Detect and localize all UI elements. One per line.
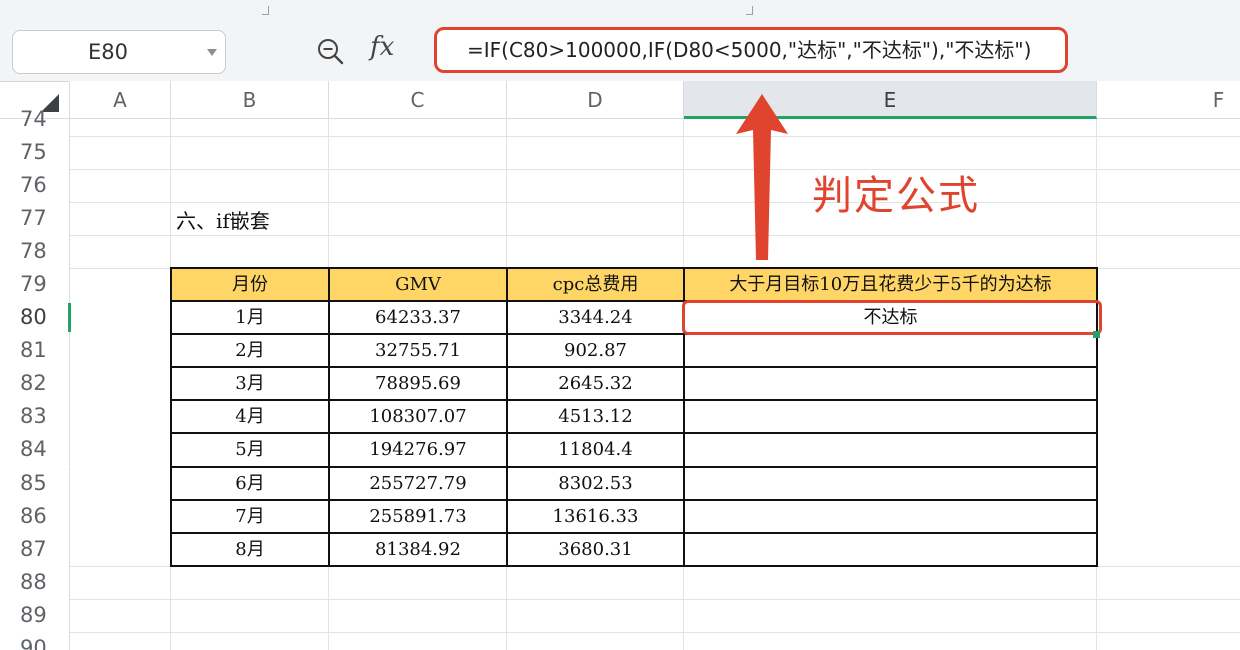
fill-handle[interactable] bbox=[1093, 331, 1100, 338]
zoom-icon[interactable] bbox=[316, 37, 344, 65]
column-header-b[interactable]: B bbox=[171, 81, 329, 119]
table-cell[interactable]: 81384.92 bbox=[329, 533, 507, 566]
row-header-83[interactable]: 83 bbox=[0, 400, 70, 433]
row-header-74[interactable]: 74 bbox=[0, 103, 70, 136]
column-header-c[interactable]: C bbox=[329, 81, 507, 119]
gridline bbox=[70, 599, 1240, 600]
column-header-d[interactable]: D bbox=[507, 81, 684, 119]
table-cell[interactable]: 1月 bbox=[171, 301, 329, 334]
table-header-result: 大于月目标10万且花费少于5千的为达标 bbox=[684, 268, 1097, 301]
row-header-79[interactable]: 79 bbox=[0, 268, 70, 301]
row-header-84[interactable]: 84 bbox=[0, 433, 70, 466]
table-cell[interactable]: 2645.32 bbox=[507, 367, 684, 400]
table-cell[interactable]: 194276.97 bbox=[329, 433, 507, 467]
table-divider bbox=[170, 499, 1098, 501]
table-divider bbox=[170, 399, 1098, 401]
row-header-75[interactable]: 75 bbox=[0, 136, 70, 169]
row-header-76[interactable]: 76 bbox=[0, 169, 70, 202]
formula-input[interactable]: =IF(C80>100000,IF(D80<5000,"达标","不达标"),"… bbox=[434, 27, 1068, 73]
table-cell[interactable]: 6月 bbox=[171, 467, 329, 500]
table-cell[interactable]: 4月 bbox=[171, 400, 329, 433]
table-cell[interactable]: 255727.79 bbox=[329, 467, 507, 500]
table-divider bbox=[170, 532, 1098, 534]
fx-icon[interactable]: fx bbox=[370, 32, 394, 62]
selected-cell-highlight bbox=[682, 300, 1102, 335]
table-cell[interactable]: 108307.07 bbox=[329, 400, 507, 433]
row-header-77[interactable]: 77 bbox=[0, 202, 70, 235]
row-header-81[interactable]: 81 bbox=[0, 334, 70, 367]
table-cell[interactable]: 255891.73 bbox=[329, 500, 507, 533]
gridline bbox=[70, 235, 1240, 236]
table-cell[interactable]: 3680.31 bbox=[507, 533, 684, 566]
table-cell[interactable]: 7月 bbox=[171, 500, 329, 533]
row-header-85[interactable]: 85 bbox=[0, 467, 70, 500]
table-cell[interactable]: 2月 bbox=[171, 334, 329, 367]
column-header-a[interactable]: A bbox=[70, 81, 171, 119]
column-header-f[interactable]: F bbox=[1097, 81, 1240, 119]
table-cell[interactable] bbox=[684, 334, 1097, 367]
gridline bbox=[70, 136, 1240, 137]
gridline bbox=[70, 566, 1240, 567]
table-cell[interactable] bbox=[684, 400, 1097, 433]
annotation-arrow bbox=[736, 94, 788, 260]
gridline bbox=[70, 169, 1240, 170]
table-divider bbox=[506, 267, 508, 567]
name-box-value: E80 bbox=[88, 40, 128, 64]
row-header-80[interactable]: 80 bbox=[0, 301, 71, 334]
top-toolbar-strip bbox=[0, 0, 1240, 20]
row-header-90[interactable]: 90 bbox=[0, 632, 70, 650]
table-cell[interactable]: 8月 bbox=[171, 533, 329, 566]
section-title: 六、if嵌套 bbox=[176, 209, 270, 233]
spreadsheet-grid: A B C D E F 74 75 76 77 78 79 80 81 82 8… bbox=[0, 81, 1240, 650]
table-header-month: 月份 bbox=[171, 268, 329, 301]
table-cell[interactable] bbox=[684, 467, 1097, 500]
table-cell[interactable]: 8302.53 bbox=[507, 467, 684, 500]
table-cell[interactable]: 78895.69 bbox=[329, 367, 507, 400]
table-cell[interactable]: 11804.4 bbox=[507, 433, 684, 467]
table-divider bbox=[170, 366, 1098, 368]
row-header-89[interactable]: 89 bbox=[0, 599, 70, 632]
row-header-78[interactable]: 78 bbox=[0, 235, 70, 268]
table-cell[interactable]: 13616.33 bbox=[507, 500, 684, 533]
row-header-87[interactable]: 87 bbox=[0, 533, 70, 566]
gridline bbox=[70, 202, 1240, 203]
table-cell[interactable]: 4513.12 bbox=[507, 400, 684, 433]
formula-text: =IF(C80>100000,IF(D80<5000,"达标","不达标"),"… bbox=[467, 38, 1032, 62]
ruler-mark bbox=[746, 6, 753, 15]
formula-bar: E80 fx =IF(C80>100000,IF(D80<5000,"达标","… bbox=[0, 20, 1240, 82]
table-cell[interactable]: 64233.37 bbox=[329, 301, 507, 334]
annotation-label: 判定公式 bbox=[812, 173, 980, 219]
table-divider bbox=[170, 432, 1098, 434]
gridline bbox=[70, 632, 1240, 633]
table-cell[interactable]: 5月 bbox=[171, 433, 329, 467]
chevron-down-icon[interactable] bbox=[207, 49, 217, 56]
row-header-88[interactable]: 88 bbox=[0, 566, 70, 599]
table-cell[interactable]: 3344.24 bbox=[507, 301, 684, 334]
table-divider bbox=[170, 466, 1098, 468]
table-cell[interactable] bbox=[684, 533, 1097, 566]
table-cell[interactable] bbox=[684, 433, 1097, 467]
row-header-86[interactable]: 86 bbox=[0, 500, 70, 533]
table-cell[interactable]: 32755.71 bbox=[329, 334, 507, 367]
table-cell[interactable]: 902.87 bbox=[507, 334, 684, 367]
table-cell[interactable] bbox=[684, 500, 1097, 533]
table-header-cpc: cpc总费用 bbox=[507, 268, 684, 301]
table-cell[interactable]: 3月 bbox=[171, 367, 329, 400]
ruler-mark bbox=[262, 6, 269, 15]
table-cell[interactable] bbox=[684, 367, 1097, 400]
table-divider bbox=[328, 267, 330, 567]
row-header-82[interactable]: 82 bbox=[0, 367, 70, 400]
table-header-gmv: GMV bbox=[329, 268, 507, 301]
name-box[interactable]: E80 bbox=[12, 30, 226, 74]
